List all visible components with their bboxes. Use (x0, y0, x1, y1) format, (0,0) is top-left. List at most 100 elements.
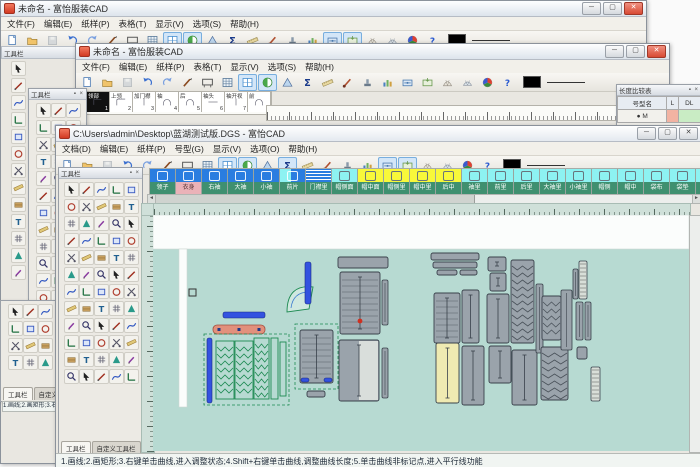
pattern-item[interactable]: 帽侧 (592, 169, 618, 195)
close-button[interactable]: ✕ (647, 45, 666, 58)
menu-item[interactable]: 帮助(H) (230, 18, 259, 30)
tool-scissor-icon[interactable] (36, 137, 51, 152)
pattern-panel[interactable] (431, 253, 479, 260)
pattern-item[interactable]: 小袖 (254, 169, 280, 195)
compare-value-cell[interactable] (667, 110, 678, 123)
ruler-icon[interactable] (318, 74, 337, 91)
tool-tape-icon[interactable] (38, 338, 53, 353)
part-cell-袖[interactable]: 袖4 (156, 92, 179, 112)
tool-zoom-icon[interactable] (94, 267, 109, 282)
tool-rect-icon[interactable] (11, 129, 26, 144)
tool-ruler-icon[interactable] (36, 222, 51, 237)
pattern-thumbnail[interactable] (592, 169, 617, 182)
tool-ruler-icon[interactable] (79, 250, 94, 265)
tool-scissor-icon[interactable] (11, 163, 26, 178)
tool-scissor-icon[interactable] (124, 284, 139, 299)
tool-grid-icon[interactable] (94, 352, 109, 367)
pattern-thumbnail[interactable] (670, 169, 695, 182)
tool-angle-icon[interactable] (11, 112, 26, 127)
pattern-item[interactable]: 帽中面 (358, 169, 384, 195)
tool-pen-icon[interactable] (124, 267, 139, 282)
help-icon[interactable]: ? (498, 74, 517, 91)
pattern-item[interactable]: 门襟里 (306, 169, 332, 195)
maximize-button[interactable]: ▢ (603, 2, 622, 15)
plot2-icon[interactable] (418, 74, 437, 91)
menu-item[interactable]: 显示(V) (155, 18, 183, 30)
pen-icon[interactable] (178, 74, 197, 91)
tool-cone-icon[interactable] (109, 352, 124, 367)
chart-icon[interactable] (378, 74, 397, 91)
menu-item[interactable]: 文档(D) (62, 143, 91, 155)
tool-grid-icon[interactable] (36, 239, 51, 254)
pattern-thumbnail[interactable] (150, 169, 175, 182)
tool-tape-icon[interactable] (109, 199, 124, 214)
menu-item[interactable]: 帮助(H) (305, 61, 334, 73)
pattern-thumbnail[interactable] (644, 169, 669, 182)
menu-item[interactable]: 表格(T) (119, 18, 147, 30)
pattern-panel[interactable] (460, 270, 477, 275)
part-cell-加门襟[interactable]: 加门襟3 (133, 92, 156, 112)
grid-icon[interactable] (218, 74, 237, 91)
menu-item[interactable]: 表格(T) (194, 61, 222, 73)
frame-icon[interactable] (198, 74, 217, 91)
part-cell-袖头[interactable]: 袖头6 (202, 92, 225, 112)
maximize-button[interactable]: ▢ (658, 127, 677, 140)
tool-ruler-icon[interactable] (11, 180, 26, 195)
tick-strip[interactable] (591, 367, 600, 401)
tool-ruler-icon[interactable] (23, 338, 38, 353)
scroll-right-arrow[interactable]: ► (692, 195, 700, 203)
design-strip[interactable] (271, 338, 278, 399)
pattern-item[interactable]: 小袖里 (566, 169, 592, 195)
tool-cone-icon[interactable] (64, 267, 79, 282)
tool-tape-icon[interactable] (64, 352, 79, 367)
compare-panel-header[interactable]: 长度比较表 ▪ × (617, 85, 700, 96)
tool-circle-icon[interactable] (38, 321, 53, 336)
tool-zoom-icon[interactable] (64, 369, 79, 384)
tool-pen-icon[interactable] (23, 304, 38, 319)
tool-scissor-icon[interactable] (8, 338, 23, 353)
tool-zoom-icon[interactable] (109, 216, 124, 231)
tool-tape-icon[interactable] (94, 250, 109, 265)
undo-icon[interactable] (138, 74, 157, 91)
part-cell-上领[interactable]: 上领2 (110, 92, 133, 112)
tool-angle-icon[interactable] (36, 120, 51, 135)
plot1-icon[interactable] (398, 74, 417, 91)
pattern-item[interactable]: 袋垫 (670, 169, 696, 195)
pattern-panel[interactable] (433, 262, 477, 268)
collar-dot[interactable] (218, 328, 221, 331)
menu-item[interactable]: 编辑(E) (44, 18, 72, 30)
tool-brush-icon[interactable] (11, 265, 26, 280)
pattern-item[interactable]: 后里 (514, 169, 540, 195)
tool-ruler-icon[interactable] (94, 199, 109, 214)
tool-angle-icon[interactable] (8, 321, 23, 336)
pattern-thumbnail[interactable] (358, 169, 383, 182)
tool-scissor-icon[interactable] (79, 199, 94, 214)
size-row-label[interactable]: ● M (618, 110, 667, 123)
tool-pen-icon[interactable] (94, 369, 109, 384)
tool-curve-icon[interactable] (11, 95, 26, 110)
palette-header[interactable]: 工具栏 ▪ × (59, 168, 142, 179)
tool-brush-icon[interactable] (94, 216, 109, 231)
menu-item[interactable]: 纸样(P) (81, 18, 109, 30)
tool-rect-icon[interactable] (109, 233, 124, 248)
pattern-thumbnail[interactable] (436, 169, 461, 182)
tool-curve-icon[interactable] (36, 273, 51, 288)
palette-buttons[interactable]: ▪ × (74, 91, 84, 97)
tool-scissor-icon[interactable] (109, 335, 124, 350)
tool-cursor-icon[interactable] (11, 61, 26, 76)
tool-cursor-icon[interactable] (109, 267, 124, 282)
stamp-icon[interactable] (358, 74, 377, 91)
pattern-item[interactable]: 帽侧面 (332, 169, 358, 195)
tool-angle-icon[interactable] (79, 284, 94, 299)
tool-curve-icon[interactable] (66, 103, 81, 118)
design-panel[interactable] (254, 338, 269, 399)
pattern-thumbnail[interactable] (462, 169, 487, 182)
line-style-option[interactable] (527, 165, 565, 166)
shell2-icon[interactable] (458, 74, 477, 91)
small-square-mark[interactable] (189, 289, 196, 296)
part-cell-领部[interactable]: 领部1 (87, 92, 110, 112)
tool-angle-icon[interactable] (124, 369, 139, 384)
bar-piece[interactable] (305, 262, 311, 304)
pattern-item[interactable]: 后中 (436, 169, 462, 195)
pattern-thumbnail[interactable] (202, 169, 227, 182)
